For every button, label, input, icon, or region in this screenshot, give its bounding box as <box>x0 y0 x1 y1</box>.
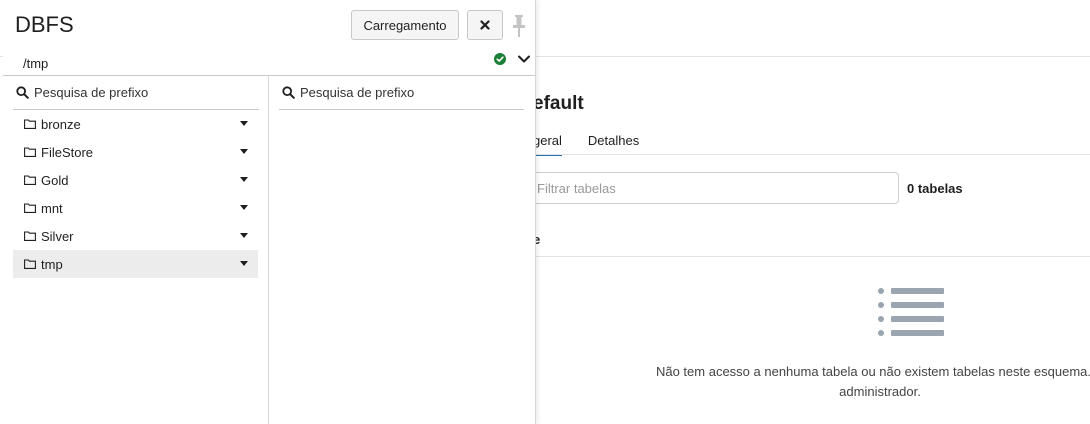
search-icon <box>282 86 295 99</box>
prefix-search-left <box>13 76 259 110</box>
folder-label: bronze <box>41 116 81 132</box>
folder-item-tmp[interactable]: tmp <box>13 250 258 278</box>
tab-overview[interactable]: geral <box>533 133 562 156</box>
filter-tables-input[interactable] <box>524 172 899 204</box>
folder-label: Silver <box>41 228 74 244</box>
folder-label: tmp <box>41 256 63 272</box>
column-divider <box>268 76 269 424</box>
folder-icon <box>24 147 36 157</box>
folder-icon <box>24 119 36 129</box>
folder-item-gold[interactable]: Gold <box>13 166 258 194</box>
empty-state-message: Não tem acesso a nenhuma tabela ou não e… <box>620 362 1090 402</box>
folder-icon <box>24 259 36 269</box>
dbfs-panel: DBFS Carregamento /tmp Pesquisa de prefi… <box>3 0 536 424</box>
panel-title: DBFS <box>15 12 74 37</box>
folder-item-mnt[interactable]: mnt <box>13 194 258 222</box>
caret-down-icon[interactable] <box>240 121 248 126</box>
empty-message-line1: Não tem acesso a nenhuma tabela ou não e… <box>655 364 1090 379</box>
close-icon <box>480 20 490 30</box>
schema-tabs: geral Detalhes <box>533 133 665 156</box>
caret-down-icon[interactable] <box>240 233 248 238</box>
folder-list: bronze FileStore Gold mnt Silver tmp <box>13 110 258 278</box>
current-path: /tmp <box>23 56 49 71</box>
prefix-search-right <box>279 76 524 110</box>
folder-item-silver[interactable]: Silver <box>13 222 258 250</box>
tab-details[interactable]: Detalhes <box>588 133 639 156</box>
folder-item-bronze[interactable]: bronze <box>13 110 258 138</box>
folder-icon <box>24 203 36 213</box>
folder-label: FileStore <box>41 144 94 160</box>
caret-down-icon[interactable] <box>240 149 248 154</box>
empty-message-line2: administrador. <box>839 384 921 399</box>
close-button[interactable] <box>467 10 503 40</box>
prefix-search-left-input[interactable] <box>34 85 234 100</box>
folder-icon <box>24 231 36 241</box>
chevron-down-icon[interactable] <box>517 53 531 65</box>
tabs-divider <box>533 154 1090 155</box>
search-icon <box>16 86 29 99</box>
list-icon <box>878 288 944 338</box>
column-header-divider <box>533 256 1090 257</box>
folder-icon <box>24 175 36 185</box>
folder-label: Gold <box>41 172 69 188</box>
table-count: 0 tabelas <box>907 181 963 196</box>
check-circle-icon <box>494 53 506 65</box>
folder-label: mnt <box>41 200 63 216</box>
upload-button[interactable]: Carregamento <box>351 10 459 40</box>
folder-item-filestore[interactable]: FileStore <box>13 138 258 166</box>
schema-title: efault <box>533 93 584 114</box>
prefix-search-right-input[interactable] <box>300 85 500 100</box>
caret-down-icon[interactable] <box>240 177 248 182</box>
pin-icon[interactable] <box>511 14 527 38</box>
caret-down-icon[interactable] <box>240 261 248 266</box>
caret-down-icon[interactable] <box>240 205 248 210</box>
